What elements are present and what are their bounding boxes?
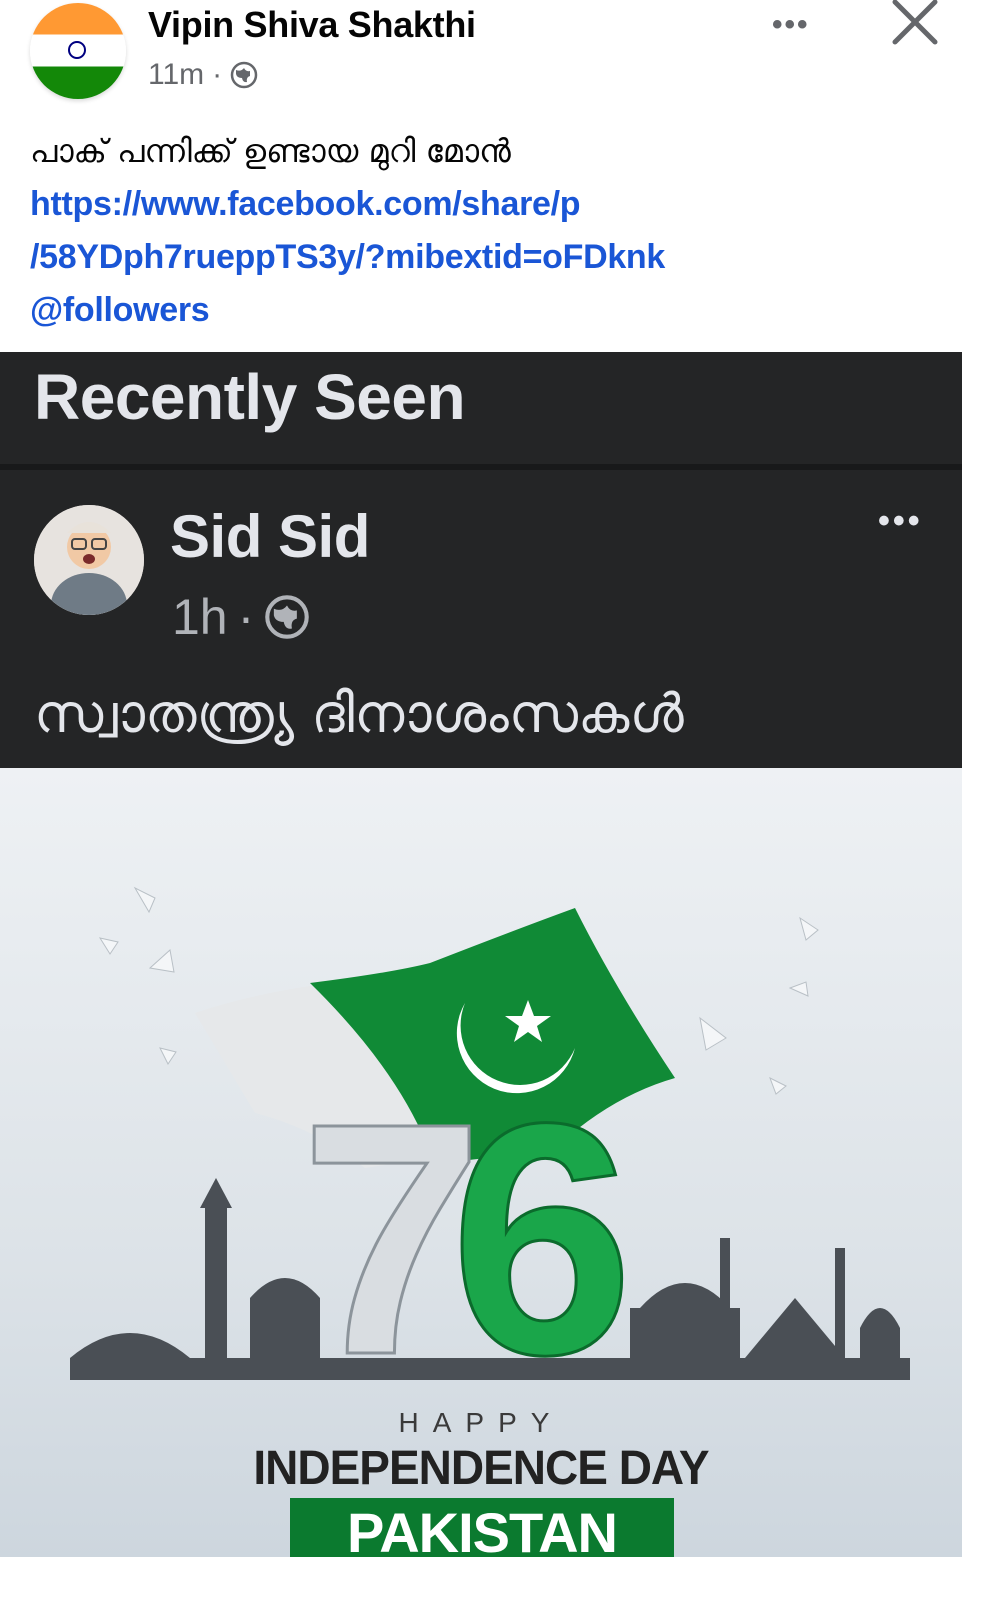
- avatar: [34, 505, 144, 615]
- image-headline-text: INDEPENDENCE DAY: [253, 1439, 709, 1495]
- section-title: Recently Seen: [34, 361, 466, 433]
- shared-post-text: സ്വാതന്ത്ര്യ ദിനാശംസകൾ: [34, 682, 684, 745]
- post-meta: 11m ·: [148, 58, 258, 92]
- more-options-icon: •••: [878, 502, 923, 540]
- svg-text:6: 6: [450, 1054, 634, 1423]
- close-icon[interactable]: [890, 0, 940, 50]
- shared-author-name: Sid Sid: [170, 503, 370, 570]
- avatar[interactable]: [30, 3, 126, 99]
- share-link[interactable]: https://www.facebook.com/share/p: [30, 178, 950, 231]
- image-country-text: PAKISTAN: [347, 1501, 618, 1557]
- shared-meta: 1h ·: [172, 588, 310, 646]
- post-author-name[interactable]: Vipin Shiva Shakthi: [148, 4, 476, 46]
- followers-mention[interactable]: @followers: [30, 284, 950, 337]
- meta-separator: ·: [212, 58, 223, 91]
- post-time[interactable]: 11m: [148, 58, 204, 92]
- divider: [0, 464, 962, 470]
- shared-screenshot[interactable]: Recently Seen Sid Sid 1h · ••• സ്വാതന്ത്…: [0, 352, 962, 1557]
- globe-icon: [265, 595, 310, 639]
- meta-separator: ·: [237, 589, 255, 645]
- caption-text: പാക് പന്നിക്ക് ഉണ്ടായ മുറി മോൻ: [30, 132, 511, 170]
- more-options-button[interactable]: •••: [772, 8, 810, 42]
- globe-icon: [230, 61, 258, 89]
- child-avatar-icon: [34, 505, 144, 615]
- bottom-margin: [0, 1557, 982, 1600]
- share-link-continued[interactable]: /58YDph7rueppTS3y/?mibextid=oFDknk: [30, 231, 950, 284]
- shared-time: 1h: [172, 589, 228, 645]
- post-caption: പാക് പന്നിക്ക് ഉണ്ടായ മുറി മോൻ https://w…: [30, 125, 950, 337]
- flag-emblem-icon: [68, 41, 86, 59]
- post-header: Vipin Shiva Shakthi 11m · •••: [0, 0, 982, 110]
- image-happy-text: HAPPY: [398, 1407, 564, 1438]
